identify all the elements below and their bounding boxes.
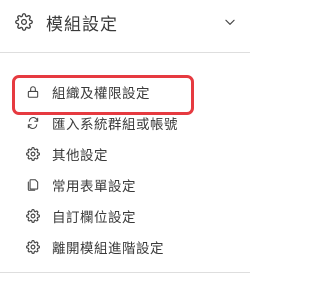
- module-settings-panel: 模組設定 組織及權限設定 匯入系統群組或帳號 其他設定 常用表單設定 自訂欄位設…: [0, 0, 250, 289]
- chevron-down-icon[interactable]: [222, 14, 238, 30]
- menu-item-exit-advanced[interactable]: 離開模組進階設定: [0, 231, 250, 262]
- menu-item-label: 自訂欄位設定: [52, 209, 136, 226]
- menu-item-import-accounts[interactable]: 匯入系統群組或帳號: [0, 107, 250, 138]
- menu-item-label: 離開模組進階設定: [52, 240, 164, 257]
- module-settings-header[interactable]: 模組設定: [0, 0, 250, 44]
- sync-icon: [26, 116, 40, 130]
- menu-bottom-divider: [0, 272, 250, 273]
- menu-item-custom-fields[interactable]: 自訂欄位設定: [0, 200, 250, 231]
- menu-item-label: 其他設定: [52, 147, 108, 164]
- gear-icon: [26, 146, 40, 161]
- gear-icon: [14, 12, 34, 32]
- header-divider: [0, 52, 250, 53]
- menu-item-common-forms[interactable]: 常用表單設定: [0, 169, 250, 200]
- settings-menu: 組織及權限設定 匯入系統群組或帳號 其他設定 常用表單設定 自訂欄位設定 離開模…: [0, 75, 250, 262]
- lock-icon: [26, 85, 40, 99]
- module-settings-title: 模組設定: [46, 14, 118, 35]
- gear-icon: [26, 208, 40, 223]
- menu-item-label: 組織及權限設定: [52, 85, 150, 102]
- menu-item-org-permissions[interactable]: 組織及權限設定: [0, 75, 250, 115]
- menu-item-other-settings[interactable]: 其他設定: [0, 138, 250, 169]
- gear-icon: [26, 239, 40, 254]
- copy-icon: [26, 178, 40, 192]
- menu-item-label: 匯入系統群組或帳號: [52, 116, 178, 133]
- menu-item-label: 常用表單設定: [52, 178, 136, 195]
